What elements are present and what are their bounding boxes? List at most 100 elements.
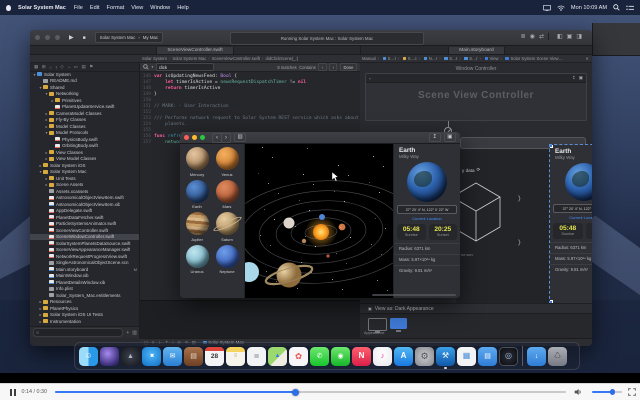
planet-item[interactable]: Mercury bbox=[182, 147, 212, 177]
dock-app-icon[interactable]: ▲ bbox=[268, 346, 287, 366]
close-button[interactable] bbox=[184, 135, 189, 140]
menu-item[interactable]: File bbox=[74, 5, 83, 11]
navigator-tab-icon[interactable]: ⊞ bbox=[42, 64, 46, 70]
jumpbar-chip[interactable]: S…r bbox=[459, 56, 478, 61]
dock-app-icon[interactable]: A bbox=[394, 346, 413, 366]
window-zoom-button[interactable] bbox=[55, 35, 60, 40]
breadcrumb-item[interactable]: Solar System Mac bbox=[167, 56, 206, 61]
scene-dock-header[interactable]: Window Controller bbox=[360, 66, 592, 72]
dock-app-icon[interactable]: ♺ bbox=[548, 346, 567, 366]
dock-app-icon[interactable]: ◉ bbox=[331, 346, 350, 366]
dock-app-icon[interactable]: ▤ bbox=[478, 346, 497, 366]
find-input[interactable]: click bbox=[155, 63, 214, 71]
navigator-tab-icon[interactable]: ○ bbox=[49, 65, 52, 70]
volume-slider[interactable] bbox=[592, 389, 622, 395]
editor-mode-button[interactable]: ◉ bbox=[530, 33, 535, 40]
tab-main-storyboard[interactable]: Main.storyboard bbox=[448, 46, 505, 54]
back-button[interactable]: ‹ bbox=[213, 134, 221, 142]
planet-item[interactable]: Neptune bbox=[212, 244, 242, 274]
navigator-tab-icon[interactable]: ▦ bbox=[34, 64, 38, 70]
scheme-selector[interactable]: Solar System Mac › My Mac bbox=[94, 32, 164, 43]
panel-toggle-button[interactable]: ▣ bbox=[567, 33, 573, 40]
planet-item[interactable]: Uranus bbox=[182, 244, 212, 274]
close-editor-icon[interactable]: ✕ bbox=[585, 56, 589, 61]
horizontal-scrollbar[interactable] bbox=[372, 294, 456, 296]
breadcrumb-item[interactable]: SceneViewController.swift bbox=[206, 56, 260, 61]
dock-app-icon[interactable]: ✉ bbox=[163, 346, 182, 366]
menu-item[interactable]: Format bbox=[107, 5, 125, 11]
find-done-button[interactable]: Done bbox=[339, 63, 357, 71]
volume-knob[interactable] bbox=[609, 389, 616, 395]
dock-app-icon[interactable]: ◎ bbox=[499, 346, 518, 366]
dock-app-icon[interactable]: ✦ bbox=[142, 346, 161, 366]
sidebar-toggle-button[interactable]: ▥ bbox=[234, 133, 247, 142]
jumpbar-chip[interactable]: Solar System Scene View… bbox=[501, 56, 563, 61]
filter-grid-icon[interactable]: ▥ bbox=[132, 330, 137, 336]
dock-app-icon[interactable]: 28 bbox=[205, 346, 224, 366]
stop-button[interactable]: ■ bbox=[83, 35, 86, 41]
menu-item[interactable]: Edit bbox=[90, 5, 100, 11]
planet-item[interactable]: Jupiter bbox=[182, 212, 212, 242]
solar-system-scene[interactable] bbox=[245, 144, 393, 298]
panel-toggle-button[interactable]: ◧ bbox=[557, 33, 563, 40]
planet-item[interactable]: Saturn bbox=[212, 212, 242, 242]
share-button[interactable]: ↥ bbox=[429, 133, 441, 142]
window-minimize-button[interactable] bbox=[45, 35, 50, 40]
menu-item[interactable]: View bbox=[131, 5, 143, 11]
forward-button[interactable]: › bbox=[221, 133, 230, 142]
dock-app-icon[interactable]: ▤ bbox=[184, 346, 203, 366]
planet-item[interactable]: Mars bbox=[212, 179, 242, 209]
menu-item[interactable]: Window bbox=[150, 5, 170, 11]
navigator-tab-icon[interactable]: ! bbox=[55, 65, 56, 70]
menu-bar-clock[interactable]: Mon 10:09 AM bbox=[571, 5, 607, 11]
filter-field[interactable]: ⊙ bbox=[33, 328, 124, 337]
minimize-button[interactable] bbox=[192, 135, 197, 140]
planet-item[interactable]: Venus bbox=[212, 147, 242, 177]
run-button[interactable]: ▶ bbox=[69, 34, 74, 41]
current-location-link[interactable]: Current Location bbox=[394, 216, 460, 221]
app-menu-title[interactable]: Solar System Mac bbox=[18, 5, 66, 11]
planet-item[interactable]: Earth bbox=[182, 179, 212, 209]
editor-mode-button[interactable]: ⇄ bbox=[539, 33, 544, 40]
spotlight-icon[interactable] bbox=[613, 4, 620, 11]
navigator-tab-icon[interactable]: ▤ bbox=[81, 64, 85, 70]
dock-app-icon[interactable]: N bbox=[352, 346, 371, 366]
dock-app-icon[interactable]: ✿ bbox=[289, 346, 308, 366]
camera-icon[interactable]: ▣ bbox=[579, 75, 583, 81]
share-icon[interactable]: ↥ bbox=[572, 75, 576, 81]
jumpbar-chip[interactable]: Manual bbox=[362, 56, 376, 61]
notification-center-icon[interactable] bbox=[626, 5, 634, 11]
fullscreen-icon[interactable] bbox=[628, 388, 636, 396]
seek-knob[interactable] bbox=[291, 388, 299, 396]
tab-sceneviewcontroller[interactable]: SceneViewController.swift bbox=[156, 46, 234, 54]
navigator-tab-icon[interactable]: ▭ bbox=[74, 64, 78, 70]
dock-app-icon[interactable]: ♪ bbox=[373, 346, 392, 366]
navigator-tab-icon[interactable]: ⚑ bbox=[89, 64, 93, 70]
pause-button[interactable] bbox=[10, 388, 16, 396]
dock-app-icon[interactable] bbox=[100, 346, 119, 366]
breadcrumb-item[interactable]: Solar System bbox=[142, 56, 167, 61]
find-mode[interactable]: Contains bbox=[299, 65, 316, 70]
dock-app-icon[interactable]: ▦ bbox=[457, 346, 476, 366]
selection-handle[interactable] bbox=[550, 145, 553, 148]
dock-app-icon[interactable] bbox=[522, 346, 523, 366]
dock-app-icon[interactable]: ▲ bbox=[121, 346, 140, 366]
view-as-bar[interactable]: ▣ View as: Dark Appearance bbox=[360, 303, 592, 313]
dock-app-icon[interactable]: ↓ bbox=[527, 346, 546, 366]
file-tree-row[interactable]: ▸ Instrumentation bbox=[30, 318, 139, 323]
window-close-button[interactable] bbox=[35, 35, 40, 40]
refresh-icon[interactable]: ⟳ bbox=[477, 167, 481, 173]
editor-mode-button[interactable]: ≣ bbox=[521, 33, 526, 40]
jumpbar-chip[interactable]: S…t bbox=[439, 56, 457, 61]
window-controller-scene[interactable]: ▫ ↥ ▣ Scene View Controller bbox=[365, 73, 587, 121]
dock-app-icon[interactable]: ≡ bbox=[226, 346, 245, 366]
earth-globe[interactable] bbox=[407, 162, 447, 202]
snapshot-button[interactable]: ▣ bbox=[443, 133, 456, 142]
apple-menu-icon[interactable] bbox=[6, 4, 11, 11]
seek-bar[interactable] bbox=[54, 388, 566, 396]
debug-console[interactable] bbox=[140, 300, 360, 338]
current-location-link[interactable]: Current Location bbox=[550, 215, 592, 220]
panel-toggle-button[interactable]: ◨ bbox=[576, 33, 582, 40]
breadcrumb-item[interactable]: didClickScene(_:) bbox=[260, 56, 298, 61]
find-prev-button[interactable]: ‹ bbox=[318, 63, 327, 71]
